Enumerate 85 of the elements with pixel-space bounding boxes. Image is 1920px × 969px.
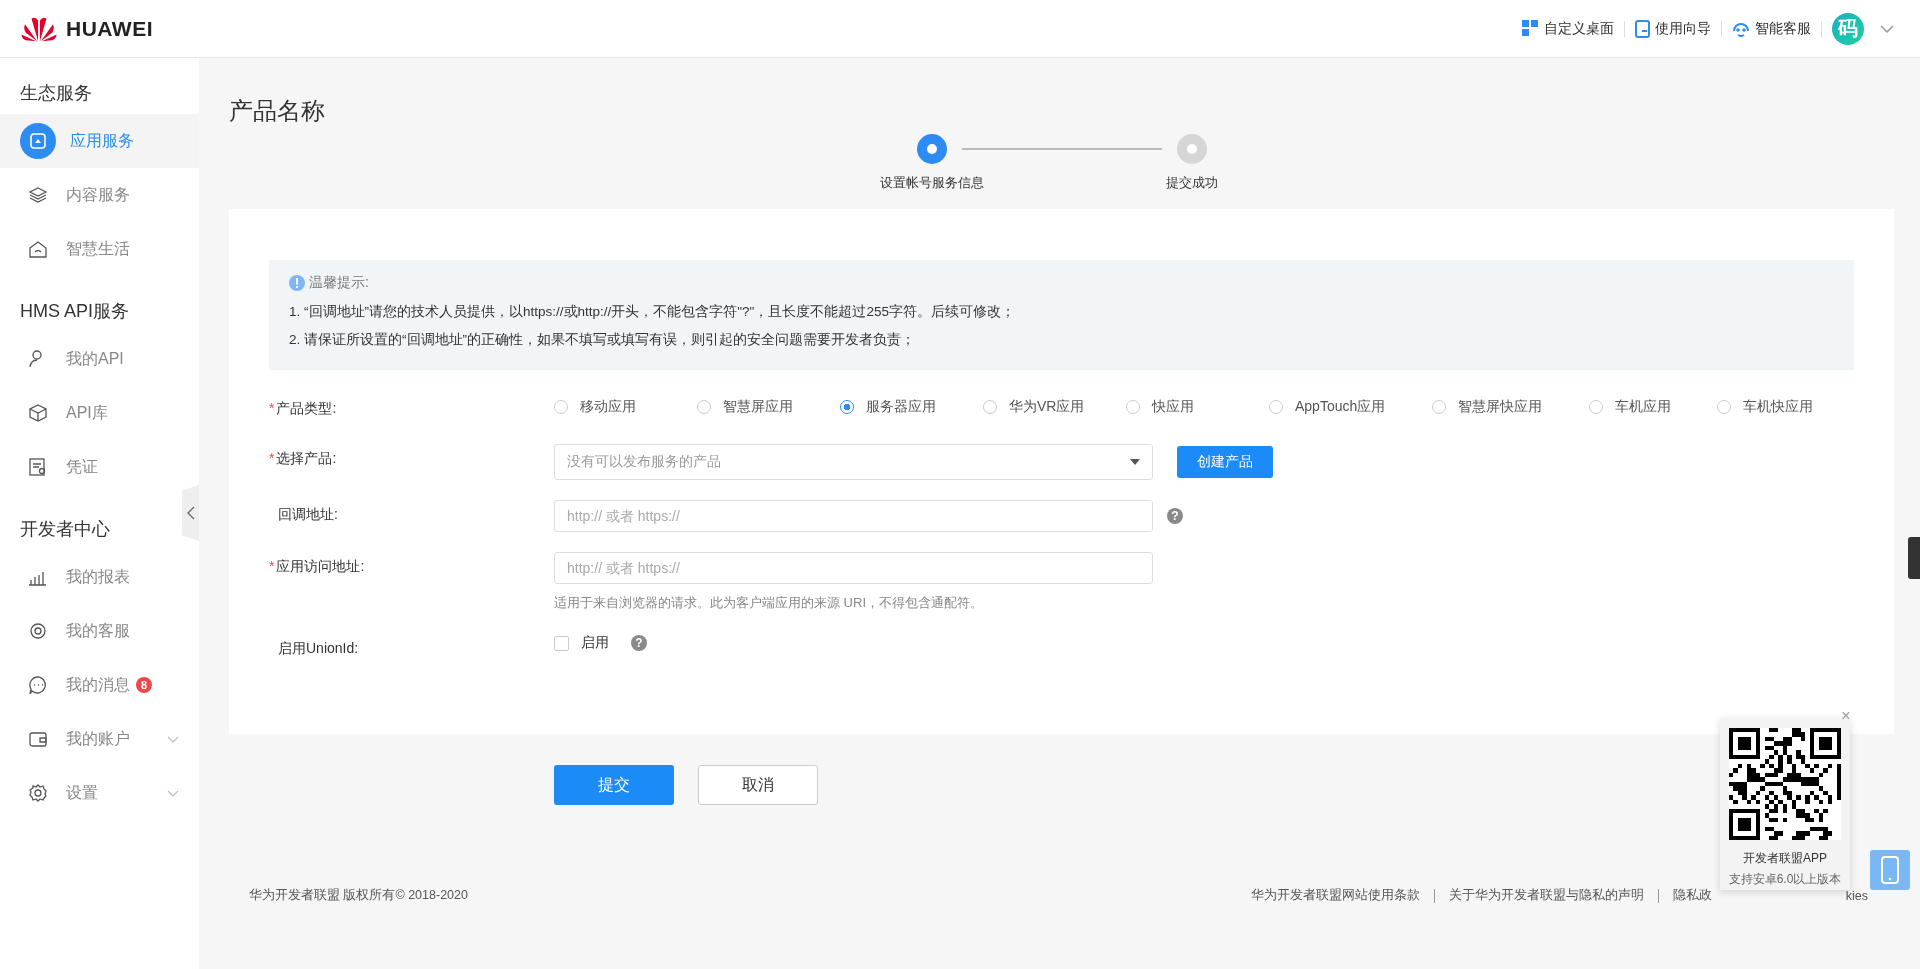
collapse-handle[interactable] bbox=[182, 485, 199, 541]
url-input[interactable]: http:// 或者 https:// bbox=[554, 552, 1153, 584]
book-icon bbox=[1635, 19, 1650, 38]
app-icon bbox=[20, 123, 56, 159]
required-mark: * bbox=[269, 450, 275, 466]
toolbar-link[interactable]: 使用向导 bbox=[1635, 19, 1711, 38]
sidebar-item[interactable]: 我的报表 bbox=[0, 550, 199, 604]
radio-option[interactable]: 车机应用 bbox=[1589, 398, 1717, 416]
section-title: 开发者中心 bbox=[20, 518, 110, 541]
nav-label: 我的账户 bbox=[66, 728, 130, 749]
nav-label: 应用服务 bbox=[70, 130, 134, 151]
footer-link[interactable]: 华为开发者联盟网站使用条款 bbox=[1250, 887, 1420, 904]
layers-icon bbox=[28, 185, 48, 205]
certificate-icon bbox=[28, 457, 48, 477]
required-mark: * bbox=[269, 558, 275, 574]
caret-icon bbox=[1130, 459, 1140, 465]
home-icon bbox=[28, 239, 48, 259]
nav-label: 凭证 bbox=[66, 456, 98, 477]
sidebar-item[interactable]: API库 bbox=[0, 386, 199, 440]
sidebar-item[interactable]: 我的API bbox=[0, 332, 199, 386]
footer-link[interactable]: 隐私政 bbox=[1672, 887, 1712, 904]
notice-title: 温馨提示: bbox=[309, 274, 369, 292]
required-mark: * bbox=[269, 400, 275, 416]
nav-label: 我的消息 bbox=[66, 674, 130, 695]
mobile-app-button[interactable] bbox=[1870, 850, 1910, 890]
nav-label: 内容服务 bbox=[66, 184, 130, 205]
radio-option[interactable]: 移动应用 bbox=[554, 398, 697, 416]
sidebar-item[interactable]: 我的客服 bbox=[0, 604, 199, 658]
radio-option[interactable]: 快应用 bbox=[1126, 398, 1269, 416]
step-label: 提交成功 bbox=[1165, 174, 1218, 192]
phone-icon bbox=[1881, 856, 1899, 884]
chevron-down-icon[interactable] bbox=[1880, 24, 1894, 33]
sidebar-item[interactable]: 智慧生活 bbox=[0, 222, 199, 276]
radio-option[interactable]: 华为VR应用 bbox=[983, 398, 1126, 416]
sidebar-item[interactable]: 内容服务 bbox=[0, 168, 199, 222]
notice-text: 1. “回调地址”请您的技术人员提供，以https://或http://开头，不能包含字符"?"，且长度不能超过255字符。后续可修改； bbox=[289, 303, 1016, 321]
field-label: 回调地址: bbox=[278, 506, 338, 522]
chevron-down-icon bbox=[167, 790, 179, 797]
field-label: 应用访问地址: bbox=[276, 558, 365, 574]
section-title: 生态服务 bbox=[20, 82, 92, 105]
nav-label: 我的客服 bbox=[66, 620, 130, 641]
wallet-icon bbox=[28, 729, 48, 749]
radio-option[interactable]: AppTouch应用 bbox=[1269, 398, 1432, 416]
chat-icon bbox=[28, 675, 48, 695]
sidebar-item[interactable]: 凭证 bbox=[0, 440, 199, 494]
field-label: 选择产品: bbox=[276, 450, 337, 466]
radio-option[interactable]: 服务器应用 bbox=[840, 398, 983, 416]
qr-subtitle: 支持安卓6.0以上版本 bbox=[1728, 871, 1842, 888]
footer-link[interactable]: 关于华为开发者联盟与隐私的声明 bbox=[1448, 887, 1644, 904]
toolbar-link[interactable]: 智能客服 bbox=[1732, 19, 1811, 38]
radio-option[interactable]: 智慧屏应用 bbox=[697, 398, 840, 416]
url-input[interactable]: http:// 或者 https:// bbox=[554, 500, 1153, 532]
chevron-down-icon bbox=[167, 736, 179, 743]
checkbox[interactable] bbox=[554, 635, 569, 651]
brand-name: HUAWEI bbox=[66, 16, 153, 41]
count-badge: 8 bbox=[136, 677, 152, 693]
nav-label: 我的API bbox=[66, 348, 124, 369]
nav-label: 设置 bbox=[66, 782, 98, 803]
copyright-text: 华为开发者联盟 版权所有© 2018-2020 bbox=[249, 887, 468, 904]
grid-icon bbox=[1522, 20, 1539, 37]
page-title: 产品名称 bbox=[229, 96, 326, 126]
nav-label: API库 bbox=[66, 402, 108, 423]
cube-icon bbox=[28, 403, 48, 423]
footer-link[interactable]: kies bbox=[1845, 888, 1868, 903]
gear-icon bbox=[28, 783, 48, 803]
field-label: 产品类型: bbox=[276, 400, 337, 416]
qr-title: 开发者联盟APP bbox=[1743, 850, 1827, 867]
sidebar-item[interactable]: 设置 bbox=[0, 766, 199, 820]
field-hint: 适用于来自浏览器的请求。此为客户端应用的来源 URI，不得包含通配符。 bbox=[554, 594, 984, 612]
nav-label: 我的报表 bbox=[66, 566, 130, 587]
nav-label: 智慧生活 bbox=[66, 238, 130, 259]
side-tab[interactable] bbox=[1908, 537, 1920, 579]
notice-text: 2. 请保证所设置的“回调地址”的正确性，如果不填写或填写有误，则引起的安全问题需要开发者负责； bbox=[289, 331, 916, 349]
radio-option[interactable]: 车机快应用 bbox=[1717, 398, 1860, 416]
toolbar-link[interactable]: 自定义桌面 bbox=[1522, 19, 1614, 38]
cancel-button[interactable]: 取消 bbox=[698, 765, 818, 805]
sidebar-item[interactable]: 我的账户 bbox=[0, 712, 199, 766]
step-label: 设置帐号服务信息 bbox=[879, 174, 984, 192]
sidebar-item[interactable]: 我的消息 8 bbox=[0, 658, 199, 712]
field-label: 启用UnionId: bbox=[278, 640, 359, 656]
checkbox-option[interactable]: 启用 bbox=[554, 634, 609, 652]
radio-button[interactable] bbox=[840, 400, 854, 414]
info-icon bbox=[289, 275, 305, 291]
section-title: HMS API服务 bbox=[20, 300, 130, 323]
radio-option[interactable]: 智慧屏快应用 bbox=[1432, 398, 1589, 416]
